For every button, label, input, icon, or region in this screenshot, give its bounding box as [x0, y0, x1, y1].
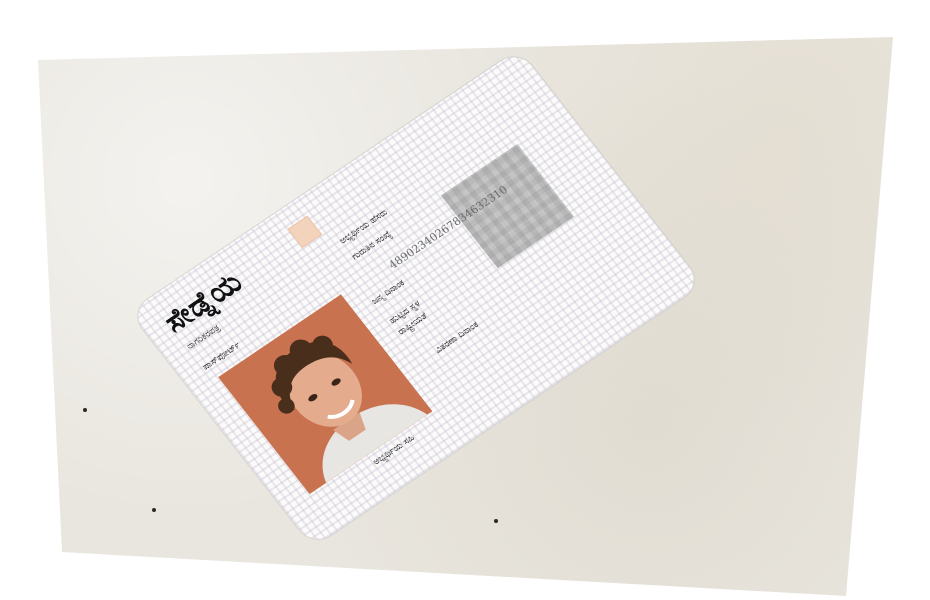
portrait-photo [218, 294, 433, 494]
paper-speck [83, 408, 87, 412]
portrait-icon [218, 294, 433, 494]
hologram-icon [440, 144, 575, 269]
scene: ಸೇಡ್ನೆಯ ನಾಗರಿಕರಪತ್ರ ಪಾಸ್‌ಪೋರ್ಟ್ ಅಭ್ಯರ್ಥ [0, 0, 930, 600]
field-label-issue-date: ವಿತರಣಾ ದಿನಾಂಕ [433, 320, 481, 356]
paper-speck [494, 519, 498, 523]
paper-speck [152, 508, 156, 512]
emblem-icon [287, 215, 323, 249]
field-label-dob: ಜನ್ಮ ದಿನಾಂಕ [369, 278, 407, 307]
